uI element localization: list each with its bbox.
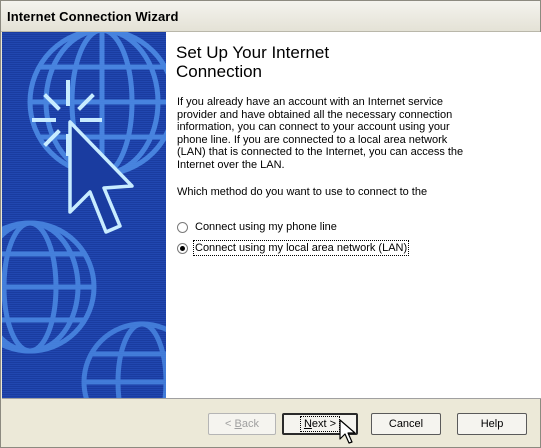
page-title-line1: Set Up Your Internet — [176, 43, 330, 62]
intro-line: provider and have obtained all the neces… — [177, 108, 453, 121]
wizard-content: Set Up Your Internet Connection If you a… — [2, 32, 541, 399]
wizard-banner — [2, 32, 166, 398]
next-rest: ext > — [311, 418, 337, 430]
page-title: Set Up Your Internet Connection — [176, 43, 516, 81]
intro-line: phone line. If you are connected to a lo… — [177, 133, 448, 146]
next-mnemonic: N — [303, 418, 312, 430]
intro-line: (LAN) that is connected to the Internet,… — [177, 146, 464, 158]
help-button[interactable]: Help — [457, 413, 527, 435]
help-button-label: Help — [480, 418, 504, 430]
window-title: Internet Connection Wizard — [7, 9, 179, 24]
back-prefix: < — [225, 418, 235, 430]
back-mnemonic: B — [234, 418, 242, 430]
globe-cursor-illustration — [2, 32, 166, 398]
page-title-line2: Connection — [176, 62, 263, 81]
cancel-button-label: Cancel — [388, 418, 424, 430]
question-text: Which method do you want to use to conne… — [177, 186, 428, 198]
intro-line: information, you can connect to your acc… — [177, 121, 450, 133]
lan-option[interactable]: Connect using my local area network (LAN… — [177, 240, 410, 256]
lan-label[interactable]: Connect using my local area network (LAN… — [192, 240, 410, 256]
lan-radio[interactable] — [177, 242, 188, 254]
phone-line-radio[interactable] — [177, 221, 188, 233]
wizard-window: Internet Connection Wizard Set Up Your I… — [0, 0, 541, 448]
phone-line-option[interactable]: Connect using my phone line — [177, 219, 337, 235]
back-button-label: < Back — [223, 418, 261, 430]
back-button[interactable]: < Back — [208, 413, 276, 435]
intro-line: Internet over the LAN. — [177, 158, 285, 171]
back-rest: ack — [241, 418, 259, 430]
cancel-button[interactable]: Cancel — [371, 413, 441, 435]
title-bar[interactable]: Internet Connection Wizard — [1, 1, 540, 32]
intro-line: If you already have an account with an I… — [177, 96, 443, 108]
intro-text: If you already have an account with an I… — [177, 96, 507, 171]
phone-line-label[interactable]: Connect using my phone line — [195, 221, 337, 233]
next-button-label: Next > — [299, 416, 341, 432]
mouse-pointer-icon — [339, 419, 356, 444]
